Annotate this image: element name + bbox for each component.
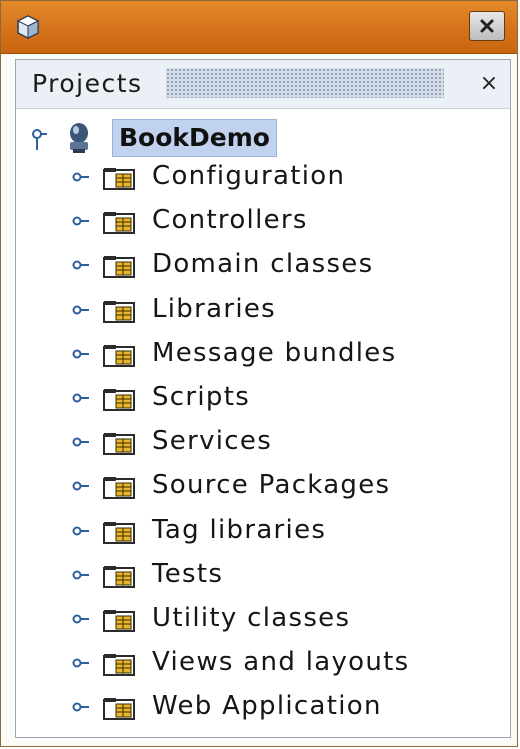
- tree-node-label: Libraries: [152, 293, 276, 324]
- folder-icon: [103, 610, 135, 632]
- folder-icon: [103, 212, 135, 235]
- tree-node-label: Services: [152, 426, 273, 457]
- panel-title: Projects: [32, 69, 143, 98]
- window-titlebar[interactable]: [1, 1, 517, 54]
- tree-node-label: Utility classes: [152, 603, 351, 633]
- folder-icon: [103, 389, 135, 411]
- folder-icon: [103, 344, 135, 367]
- folder-icon: [103, 565, 135, 588]
- tree-node-label: Configuration: [152, 161, 346, 191]
- folder-icon: [103, 256, 135, 279]
- project-tree: BookDemo Configuration Controllers Domain …: [16, 108, 510, 737]
- tree-node-label: Web Application: [152, 691, 382, 722]
- app-cube-icon[interactable]: [15, 14, 41, 40]
- tree-node[interactable]: Tests: [16, 556, 496, 596]
- expanded-handle-icon[interactable]: [30, 128, 48, 152]
- collapsed-handle-icon[interactable]: [72, 303, 90, 317]
- folder-icon: [103, 300, 135, 323]
- close-icon: [480, 19, 494, 33]
- collapsed-handle-icon[interactable]: [72, 214, 90, 228]
- folder-icon: [103, 698, 135, 721]
- project-root-label[interactable]: BookDemo: [112, 119, 277, 157]
- grails-project-icon: [70, 123, 88, 153]
- collapsed-handle-icon[interactable]: [72, 568, 90, 582]
- tree-node[interactable]: Web Application: [16, 688, 496, 728]
- tree-node-label: Domain classes: [152, 249, 374, 280]
- projects-panel: Projects × BookDemo Configuration Contro…: [15, 59, 511, 738]
- collapsed-handle-icon[interactable]: [72, 524, 90, 538]
- tree-node-label: Scripts: [152, 382, 251, 412]
- folder-icon: [103, 521, 135, 544]
- folder-icon: [103, 168, 135, 190]
- tree-node[interactable]: Domain classes: [16, 246, 496, 286]
- panel-close-button[interactable]: ×: [478, 71, 500, 96]
- collapsed-handle-icon[interactable]: [72, 612, 90, 626]
- tree-node-label: Controllers: [152, 205, 308, 236]
- tree-node[interactable]: Scripts: [16, 379, 496, 419]
- tree-node[interactable]: Services: [16, 423, 496, 463]
- tree-node-label: Tests: [152, 558, 224, 589]
- collapsed-handle-icon[interactable]: [72, 656, 90, 670]
- folder-icon: [103, 477, 135, 500]
- panel-drag-grip[interactable]: [166, 68, 444, 98]
- tree-node-label: Source Packages: [152, 470, 391, 501]
- panel-header[interactable]: Projects ×: [16, 60, 510, 109]
- folder-icon: [103, 654, 135, 677]
- window: Projects × BookDemo Configuration Contro…: [0, 0, 518, 747]
- collapsed-handle-icon[interactable]: [72, 479, 90, 493]
- collapsed-handle-icon[interactable]: [72, 347, 90, 361]
- collapsed-handle-icon[interactable]: [72, 700, 90, 714]
- tree-node[interactable]: Source Packages: [16, 467, 496, 507]
- window-close-button[interactable]: [469, 11, 505, 41]
- tree-node[interactable]: Tag libraries: [16, 512, 496, 552]
- tree-node[interactable]: Message bundles: [16, 335, 496, 375]
- collapsed-handle-icon[interactable]: [72, 258, 90, 272]
- tree-node[interactable]: Views and layouts: [16, 644, 496, 684]
- collapsed-handle-icon[interactable]: [72, 391, 90, 405]
- tree-node-label: Message bundles: [152, 337, 397, 368]
- tree-node[interactable]: Controllers: [16, 202, 496, 242]
- tree-node[interactable]: Libraries: [16, 291, 496, 331]
- tree-node-label: Views and layouts: [152, 647, 410, 678]
- collapsed-handle-icon[interactable]: [72, 435, 90, 449]
- tree-node[interactable]: Utility classes: [16, 600, 496, 640]
- folder-icon: [103, 433, 135, 456]
- tree-node-label: Tag libraries: [152, 514, 327, 545]
- tree-node[interactable]: Configuration: [16, 158, 496, 198]
- tree-root-row[interactable]: BookDemo: [28, 116, 328, 158]
- collapsed-handle-icon[interactable]: [72, 170, 90, 184]
